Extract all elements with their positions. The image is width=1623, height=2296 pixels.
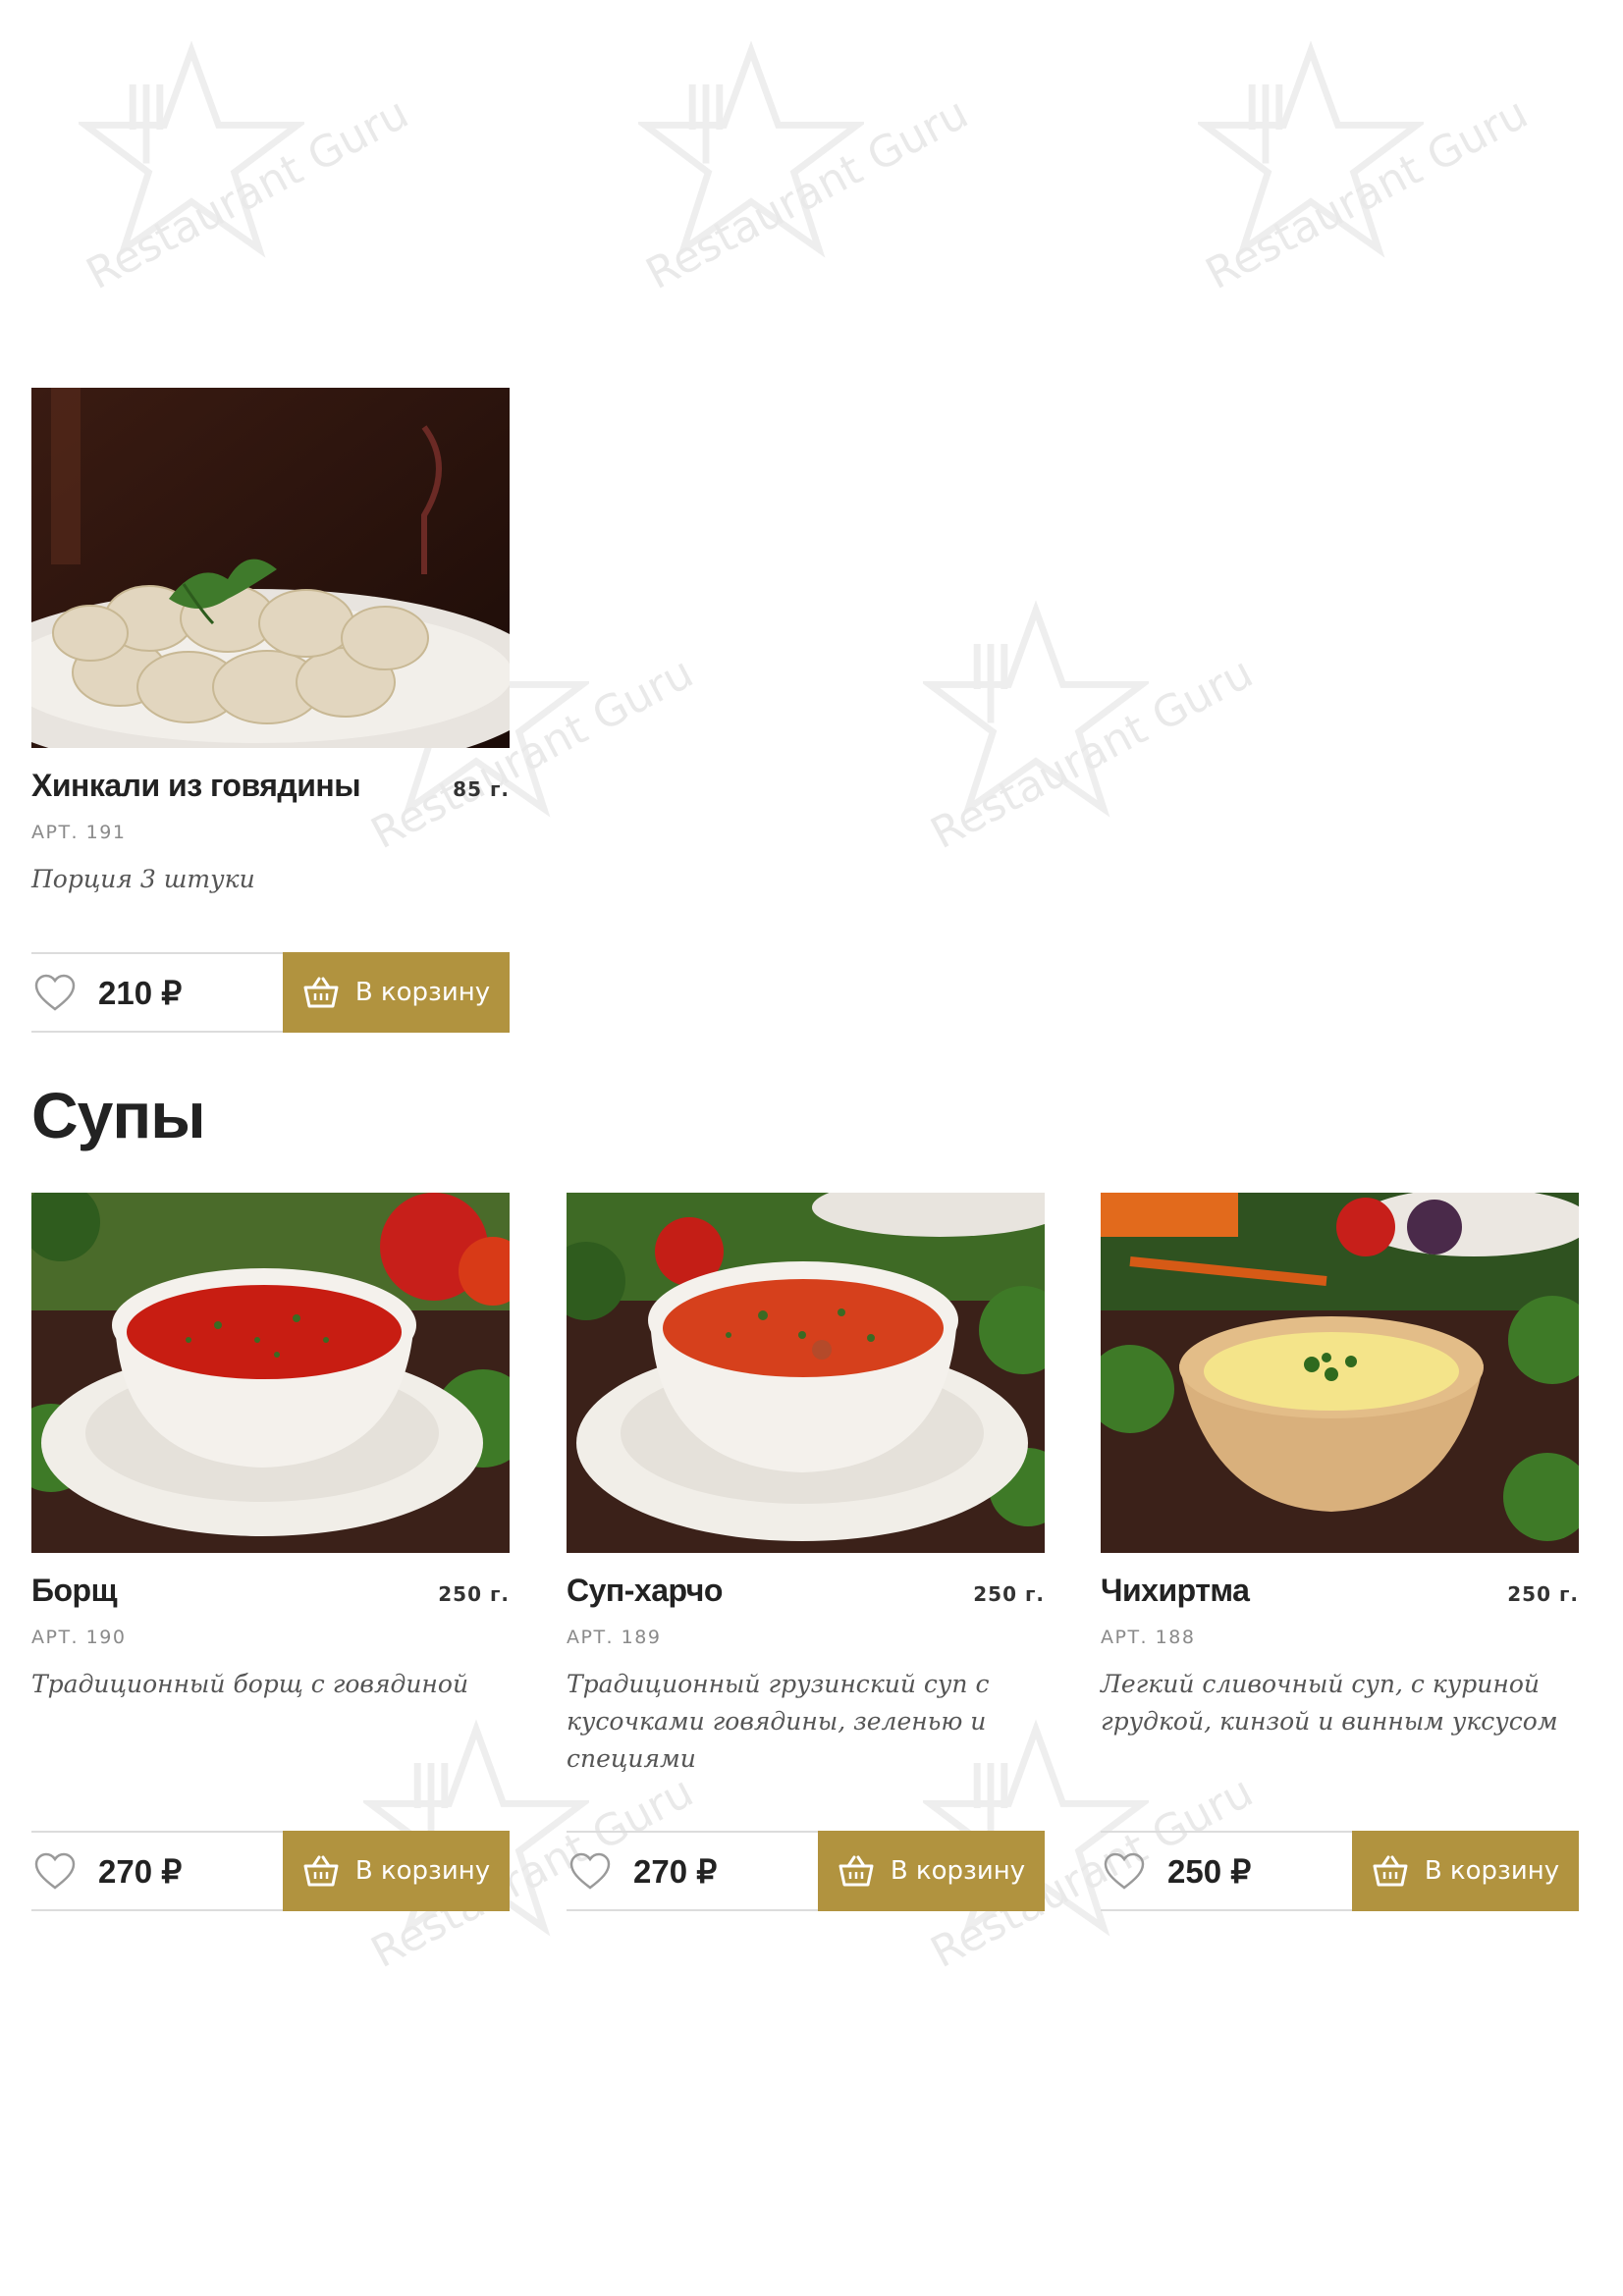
buy-bar: 210 ₽ В корзину bbox=[31, 952, 510, 1033]
buy-bar: 270 ₽ В корзину bbox=[31, 1831, 510, 1911]
product-sku: АРТ. 190 bbox=[31, 1627, 127, 1648]
basket-icon bbox=[303, 1855, 339, 1887]
currency-symbol: ₽ bbox=[161, 1852, 183, 1890]
product-photo[interactable] bbox=[1101, 1193, 1579, 1553]
add-to-cart-button[interactable]: В корзину bbox=[818, 1831, 1045, 1911]
watermark: Restaurant Guru bbox=[884, 599, 1296, 923]
product-weight: 250 г. bbox=[973, 1582, 1045, 1606]
restaurant-guru-logo-icon bbox=[638, 40, 864, 258]
add-to-cart-label: В корзину bbox=[354, 1856, 491, 1886]
product-weight: 250 г. bbox=[438, 1582, 510, 1606]
watermark-text: Restaurant Guru bbox=[638, 87, 977, 300]
price-value: 250 bbox=[1167, 1852, 1222, 1890]
product-sku: АРТ. 191 bbox=[31, 822, 127, 843]
product-price: 270 ₽ bbox=[633, 1852, 717, 1891]
watermark-text: Restaurant Guru bbox=[79, 87, 417, 300]
heart-icon[interactable] bbox=[1103, 1851, 1146, 1891]
heart-icon[interactable] bbox=[33, 1851, 77, 1891]
product-description: Традиционный грузинский суп с кусочками … bbox=[567, 1670, 990, 1773]
product-name[interactable]: Суп-харчо bbox=[567, 1573, 723, 1609]
buy-bar: 250 ₽ В корзину bbox=[1101, 1831, 1579, 1911]
product-weight: 85 г. bbox=[453, 777, 510, 801]
price-value: 210 bbox=[98, 974, 153, 1011]
product-price: 210 ₽ bbox=[98, 974, 182, 1012]
product-weight: 250 г. bbox=[1507, 1582, 1579, 1606]
price-value: 270 bbox=[98, 1852, 153, 1890]
product-name[interactable]: Хинкали из говядины bbox=[31, 768, 361, 804]
heart-icon[interactable] bbox=[33, 973, 77, 1012]
buy-bar: 270 ₽ В корзину bbox=[567, 1831, 1045, 1911]
basket-icon bbox=[839, 1855, 874, 1887]
section-title-soups: Супы bbox=[31, 1079, 206, 1151]
restaurant-guru-logo-icon bbox=[79, 40, 304, 258]
product-sku: АРТ. 188 bbox=[1101, 1627, 1196, 1648]
basket-icon bbox=[303, 977, 339, 1008]
add-to-cart-button[interactable]: В корзину bbox=[283, 952, 510, 1033]
product-photo[interactable] bbox=[31, 388, 510, 748]
product-photo[interactable] bbox=[567, 1193, 1045, 1553]
watermark-text: Restaurant Guru bbox=[923, 647, 1262, 860]
currency-symbol: ₽ bbox=[696, 1852, 718, 1890]
watermark-text: Restaurant Guru bbox=[1198, 87, 1537, 300]
restaurant-guru-logo-icon bbox=[923, 600, 1149, 818]
currency-symbol: ₽ bbox=[1230, 1852, 1252, 1890]
add-to-cart-button[interactable]: В корзину bbox=[283, 1831, 510, 1911]
add-to-cart-button[interactable]: В корзину bbox=[1352, 1831, 1579, 1911]
product-price: 270 ₽ bbox=[98, 1852, 182, 1891]
product-card: Суп-харчо 250 г. АРТ. 189 Традиционный г… bbox=[567, 1193, 1045, 1911]
watermark: Restaurant Guru bbox=[1159, 39, 1571, 363]
product-card: Чихиртма 250 г. АРТ. 188 Легкий сливочны… bbox=[1101, 1193, 1579, 1911]
product-photo[interactable] bbox=[31, 1193, 510, 1553]
basket-icon bbox=[1373, 1855, 1408, 1887]
add-to-cart-label: В корзину bbox=[1424, 1856, 1560, 1886]
heart-icon[interactable] bbox=[568, 1851, 612, 1891]
product-price: 250 ₽ bbox=[1167, 1852, 1251, 1891]
price-value: 270 bbox=[633, 1852, 688, 1890]
product-card: Борщ 250 г. АРТ. 190 Традиционный борщ с… bbox=[31, 1193, 510, 1911]
restaurant-guru-logo-icon bbox=[1198, 40, 1424, 258]
product-description: Традиционный борщ с говядиной bbox=[31, 1670, 469, 1698]
watermark: Restaurant Guru bbox=[599, 39, 1011, 363]
product-card: Хинкали из говядины 85 г. АРТ. 191 Порци… bbox=[31, 388, 510, 1033]
product-sku: АРТ. 189 bbox=[567, 1627, 662, 1648]
add-to-cart-label: В корзину bbox=[890, 1856, 1026, 1886]
product-name[interactable]: Чихиртма bbox=[1101, 1573, 1250, 1609]
currency-symbol: ₽ bbox=[161, 974, 183, 1011]
product-description: Легкий сливочный суп, с куриной грудкой,… bbox=[1101, 1670, 1558, 1735]
menu-page: Restaurant Guru Restaurant Guru Restaura… bbox=[0, 0, 1623, 2296]
product-name[interactable]: Борщ bbox=[31, 1573, 118, 1609]
add-to-cart-label: В корзину bbox=[354, 978, 491, 1007]
product-description: Порция 3 штуки bbox=[31, 865, 255, 893]
watermark: Restaurant Guru bbox=[39, 39, 452, 363]
